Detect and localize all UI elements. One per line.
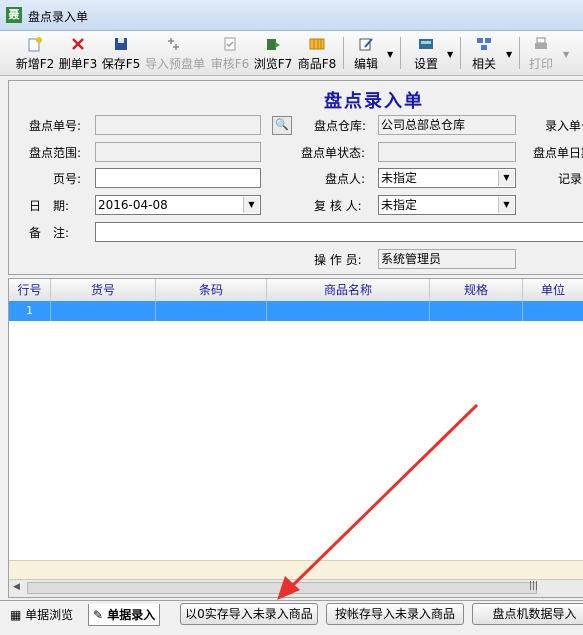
search-icon: 🔍 (275, 118, 289, 131)
table-cell[interactable] (267, 301, 430, 321)
goods-button[interactable]: 商品F8 (297, 34, 337, 72)
warehouse-label: 盘点仓库: (314, 119, 367, 133)
range-field[interactable] (95, 142, 261, 162)
chevron-down-icon[interactable]: ▼ (243, 197, 259, 213)
form-heading: 盘点录入单 (324, 91, 424, 112)
delete-x-icon (72, 38, 84, 50)
counter-select[interactable]: 未指定 ▼ (378, 168, 516, 188)
edit-button[interactable]: 编辑 (350, 34, 382, 72)
toolbar-separator (460, 37, 461, 69)
operator-field: 系统管理员 (378, 249, 516, 269)
status-label: 盘点单状态: (301, 146, 366, 160)
settings-icon (419, 39, 433, 49)
recorder-label: 记录 (558, 172, 583, 186)
range-label: 盘点范围: (29, 146, 82, 160)
column-header[interactable]: 商品名称 (267, 279, 430, 301)
tab-document-entry[interactable]: ✎ 单据录入 (88, 604, 161, 626)
row-number-cell[interactable]: 1 (9, 301, 51, 321)
column-header[interactable]: 规格 (430, 279, 523, 301)
import-book-stock-button[interactable]: 按帐存导入未录入商品 (326, 603, 464, 625)
browse-button[interactable]: 浏览F7 (253, 34, 293, 72)
scrollbar-thumb[interactable] (27, 582, 537, 594)
settings-dropdown-arrow[interactable]: ▼ (447, 50, 453, 59)
browse-icon (267, 39, 280, 50)
order-no-label: 盘点单号: (29, 119, 82, 133)
horizontal-scrollbar[interactable]: ◀ ||| (9, 579, 583, 597)
counter-device-import-button[interactable]: 盘点机数据导入 (472, 603, 583, 625)
toolbar: 新增F2 删单F3 保存F5 导入预盘单 审核F6 浏览F7 商品F8 编辑 ▼… (0, 31, 583, 76)
save-button[interactable]: 保存F5 (101, 34, 141, 72)
operator-label: 操 作 员: (314, 253, 362, 267)
lookup-search-button[interactable]: 🔍 (272, 116, 292, 135)
audit-icon (224, 37, 236, 51)
remark-field[interactable] (95, 222, 583, 242)
table-cell[interactable] (523, 301, 583, 321)
edit-dropdown-arrow[interactable]: ▼ (387, 50, 393, 59)
column-header[interactable]: 货号 (51, 279, 156, 301)
settings-button[interactable]: 设置 (410, 34, 442, 72)
scroll-grip-icon: ||| (529, 581, 539, 591)
table-cell[interactable] (156, 301, 267, 321)
audit-button[interactable]: 审核F6 (210, 34, 250, 72)
counter-label: 盘点人: (325, 172, 366, 186)
date-value: 2016-04-08 (98, 198, 168, 212)
import-icon (168, 38, 179, 50)
checker-select[interactable]: 未指定 ▼ (378, 195, 516, 215)
checker-select-value: 未指定 (381, 198, 418, 212)
toolbar-separator (343, 37, 344, 69)
app-icon: 聂 (6, 7, 22, 23)
related-dropdown-arrow[interactable]: ▼ (506, 50, 512, 59)
pencil-icon: ✎ (93, 608, 104, 622)
entry-no-label: 录入单号 (545, 119, 583, 133)
order-no-field[interactable] (95, 115, 261, 135)
items-grid: 行号 货号 条码 商品名称 规格 单位 1 ◀ ||| (8, 278, 583, 598)
bottom-bar: ▦ 单据浏览 ✎ 单据录入 以0实存导入未录入商品 按帐存导入未录入商品 盘点机… (0, 600, 583, 635)
edit-icon (359, 38, 373, 51)
save-disk-icon (115, 38, 127, 50)
table-row[interactable]: 1 (9, 301, 583, 321)
new-doc-icon (28, 37, 42, 52)
related-button[interactable]: 相关 (468, 34, 500, 72)
new-button[interactable]: 新增F2 (15, 34, 55, 72)
tab-label: 单据浏览 (25, 608, 74, 622)
page-no-label: 页号: (53, 172, 82, 186)
tab-label: 单据录入 (107, 608, 156, 622)
column-header[interactable]: 条码 (156, 279, 267, 301)
order-date-label: 盘点单日期 (533, 146, 583, 160)
grid-summary-row (9, 560, 583, 579)
toolbar-separator (400, 37, 401, 69)
chevron-down-icon[interactable]: ▼ (498, 170, 514, 186)
window-title: 盘点录入单 (28, 10, 89, 24)
print-icon (535, 37, 547, 49)
table-cell[interactable] (430, 301, 523, 321)
warehouse-field[interactable]: 公司总部总仓库 (378, 115, 516, 135)
table-icon: ▦ (10, 608, 22, 622)
remark-label: 备 注: (29, 226, 70, 240)
date-picker[interactable]: 2016-04-08 ▼ (95, 195, 261, 215)
import-precount-button[interactable]: 导入预盘单 (144, 34, 206, 72)
header-form: 盘点录入单 盘点单号: 🔍 盘点仓库: 公司总部总仓库 录入单号 盘点范围: 盘… (8, 80, 583, 275)
column-header[interactable]: 行号 (9, 279, 51, 301)
delete-button[interactable]: 删单F3 (58, 34, 98, 72)
page-no-field[interactable] (95, 168, 261, 188)
status-field[interactable] (378, 142, 516, 162)
print-dropdown-arrow[interactable]: ▼ (563, 50, 569, 59)
scroll-left-arrow-icon[interactable]: ◀ (13, 582, 20, 592)
import-zero-stock-button[interactable]: 以0实存导入未录入商品 (180, 603, 318, 625)
toolbar-separator (519, 37, 520, 69)
column-header[interactable]: 单位 (523, 279, 583, 301)
table-cell[interactable] (51, 301, 156, 321)
date-label: 日 期: (29, 199, 70, 213)
goods-icon (309, 38, 325, 50)
tab-document-browse[interactable]: ▦ 单据浏览 (6, 604, 77, 626)
related-icon (477, 38, 491, 50)
print-button[interactable]: 打印 (525, 34, 557, 72)
checker-label: 复 核 人: (314, 199, 362, 213)
counter-select-value: 未指定 (381, 171, 418, 185)
chevron-down-icon[interactable]: ▼ (498, 197, 514, 213)
grid-header: 行号 货号 条码 商品名称 规格 单位 (9, 279, 583, 302)
window-titlebar: 聂 盘点录入单 (0, 0, 583, 31)
